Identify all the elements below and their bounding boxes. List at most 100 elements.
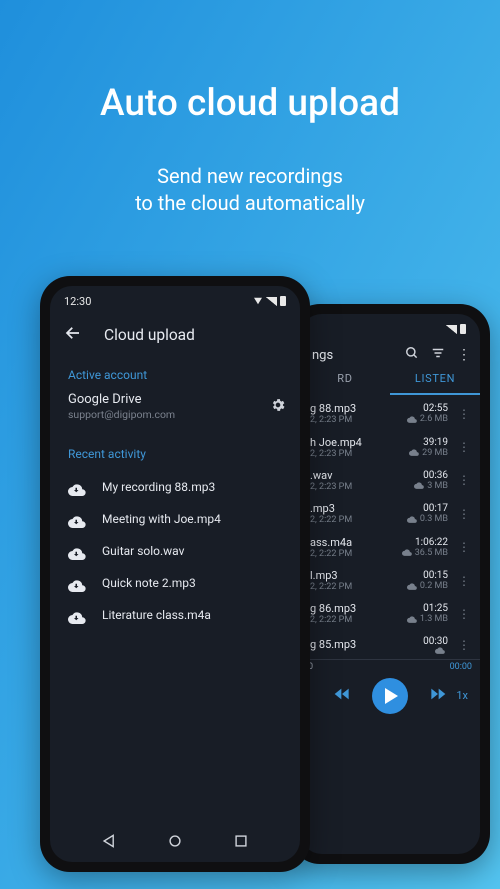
cloud-done-icon bbox=[68, 481, 86, 493]
cloud-icon bbox=[402, 549, 412, 556]
item-more-icon[interactable]: ⋮ bbox=[454, 407, 470, 421]
recording-item[interactable]: l.mp32, 2:22 PM00:150.2 MB⋮ bbox=[308, 564, 472, 597]
recording-duration: 01:25 bbox=[407, 603, 448, 614]
recent-item-name: My recording 88.mp3 bbox=[102, 480, 215, 494]
item-more-icon[interactable]: ⋮ bbox=[454, 638, 470, 652]
page-title: Cloud upload bbox=[104, 326, 195, 344]
cloud-icon bbox=[407, 583, 417, 590]
player-total: 00:00 bbox=[450, 662, 472, 672]
recording-size: 2.6 MB bbox=[420, 414, 448, 424]
forward-button[interactable] bbox=[430, 686, 446, 705]
recording-name: g 85.mp3 bbox=[310, 638, 417, 651]
player-bar: 0 00:00 1x bbox=[300, 659, 480, 731]
speed-button[interactable]: 1x bbox=[456, 689, 468, 702]
recording-name: ass.m4a bbox=[310, 536, 396, 549]
recording-duration: 00:30 bbox=[423, 636, 448, 647]
app-bar: Cloud upload bbox=[50, 312, 300, 354]
item-more-icon[interactable]: ⋮ bbox=[454, 574, 470, 588]
status-time bbox=[314, 323, 317, 336]
item-more-icon[interactable]: ⋮ bbox=[454, 607, 470, 621]
item-more-icon[interactable]: ⋮ bbox=[454, 540, 470, 554]
recording-date: 2, 2:22 PM bbox=[310, 549, 396, 559]
recording-size: 1.3 MB bbox=[420, 614, 448, 624]
recording-size: 0.2 MB bbox=[420, 581, 448, 591]
recording-duration: 39:19 bbox=[409, 437, 448, 448]
cloud-icon bbox=[435, 647, 445, 654]
recording-size: 0.3 MB bbox=[420, 514, 448, 524]
rewind-button[interactable] bbox=[334, 686, 350, 705]
cloud-icon bbox=[414, 482, 424, 489]
recent-item[interactable]: Literature class.m4a bbox=[68, 599, 282, 631]
recording-item[interactable]: g 86.mp32, 2:22 PM01:251.3 MB⋮ bbox=[308, 597, 472, 630]
recording-date: 2, 2:22 PM bbox=[310, 582, 401, 592]
filter-icon[interactable] bbox=[431, 346, 445, 364]
play-button[interactable] bbox=[372, 678, 408, 714]
recent-item[interactable]: Guitar solo.wav bbox=[68, 535, 282, 567]
recording-date: 2, 2:23 PM bbox=[310, 449, 403, 459]
nav-home-icon[interactable] bbox=[168, 833, 182, 852]
phone-front: 12:30 Cloud upload Active account Google… bbox=[40, 276, 310, 872]
back-header-title: ngs bbox=[312, 348, 333, 363]
account-email: support@digipom.com bbox=[68, 408, 270, 421]
recent-item-name: Literature class.m4a bbox=[102, 608, 211, 622]
battery-icon bbox=[280, 296, 286, 306]
recording-date: 2, 2:22 PM bbox=[310, 615, 401, 625]
recent-item[interactable]: Quick note 2.mp3 bbox=[68, 567, 282, 599]
search-icon[interactable] bbox=[405, 346, 419, 364]
item-more-icon[interactable]: ⋮ bbox=[454, 473, 470, 487]
cloud-done-icon bbox=[68, 513, 86, 525]
hero-title: Auto cloud upload bbox=[0, 0, 500, 125]
recording-item[interactable]: .mp32, 2:22 PM00:170.3 MB⋮ bbox=[308, 497, 472, 530]
recent-item-name: Guitar solo.wav bbox=[102, 544, 184, 558]
nav-recent-icon[interactable] bbox=[234, 833, 248, 852]
active-account-heading: Active account bbox=[50, 354, 300, 388]
recording-size: 3 MB bbox=[427, 481, 448, 491]
recording-item[interactable]: g 88.mp32, 2:23 PM02:552.6 MB⋮ bbox=[308, 397, 472, 430]
cloud-icon bbox=[409, 449, 419, 456]
cloud-icon bbox=[407, 416, 417, 423]
tab-listen[interactable]: LISTEN bbox=[390, 372, 480, 395]
tab-row: RD LISTEN bbox=[300, 364, 480, 395]
status-time: 12:30 bbox=[64, 295, 91, 308]
recording-name: h Joe.mp4 bbox=[310, 436, 403, 449]
recording-size: 29 MB bbox=[422, 448, 448, 458]
wifi-icon bbox=[254, 298, 262, 304]
recent-item[interactable]: My recording 88.mp3 bbox=[68, 471, 282, 503]
recording-list: g 88.mp32, 2:23 PM02:552.6 MB⋮h Joe.mp42… bbox=[300, 395, 480, 659]
recording-item[interactable]: h Joe.mp42, 2:23 PM 39:1929 MB ⋮ bbox=[308, 430, 472, 463]
recording-name: .mp3 bbox=[310, 502, 401, 515]
recording-duration: 00:17 bbox=[407, 503, 448, 514]
cloud-done-icon bbox=[68, 545, 86, 557]
recording-item[interactable]: g 85.mp3 00:30 ⋮ bbox=[308, 631, 472, 659]
recording-name: .wav bbox=[310, 469, 408, 482]
recent-item[interactable]: Meeting with Joe.mp4 bbox=[68, 503, 282, 535]
recording-size: 36.5 MB bbox=[415, 548, 448, 558]
cloud-icon bbox=[407, 516, 417, 523]
recording-duration: 00:36 bbox=[414, 470, 448, 481]
recording-duration: 00:15 bbox=[407, 570, 448, 581]
recording-name: g 88.mp3 bbox=[310, 402, 401, 415]
signal-icon bbox=[266, 297, 277, 306]
recent-activity-heading: Recent activity bbox=[50, 433, 300, 467]
nav-back-icon[interactable] bbox=[102, 833, 116, 852]
account-name: Google Drive bbox=[68, 392, 270, 407]
tab-record[interactable]: RD bbox=[300, 372, 390, 395]
gear-icon[interactable] bbox=[270, 397, 286, 417]
hero-sub-line1: Send new recordings bbox=[157, 164, 343, 188]
back-button[interactable] bbox=[64, 324, 82, 346]
recent-list: My recording 88.mp3 Meeting with Joe.mp4 G… bbox=[50, 467, 300, 635]
phone-back: ngs ⋮ RD LISTEN g 88.mp32, 2:23 PM02:552… bbox=[290, 304, 490, 864]
recent-item-name: Meeting with Joe.mp4 bbox=[102, 512, 221, 526]
hero-sub-line2: to the cloud automatically bbox=[135, 191, 365, 215]
recording-duration: 02:55 bbox=[407, 403, 448, 414]
recording-duration: 1:06:22 bbox=[402, 537, 448, 548]
item-more-icon[interactable]: ⋮ bbox=[454, 507, 470, 521]
item-more-icon[interactable]: ⋮ bbox=[454, 440, 470, 454]
recording-item[interactable]: .wav2, 2:23 PM00:363 MB⋮ bbox=[308, 464, 472, 497]
recording-item[interactable]: ass.m4a2, 2:22 PM 1:06:2236.5 MB ⋮ bbox=[308, 531, 472, 564]
account-row[interactable]: Google Drive support@digipom.com bbox=[50, 388, 300, 433]
signal-icon bbox=[446, 325, 457, 334]
more-icon[interactable]: ⋮ bbox=[457, 347, 470, 363]
battery-icon bbox=[460, 324, 466, 334]
hero-subtitle: Send new recordings to the cloud automat… bbox=[0, 163, 500, 217]
